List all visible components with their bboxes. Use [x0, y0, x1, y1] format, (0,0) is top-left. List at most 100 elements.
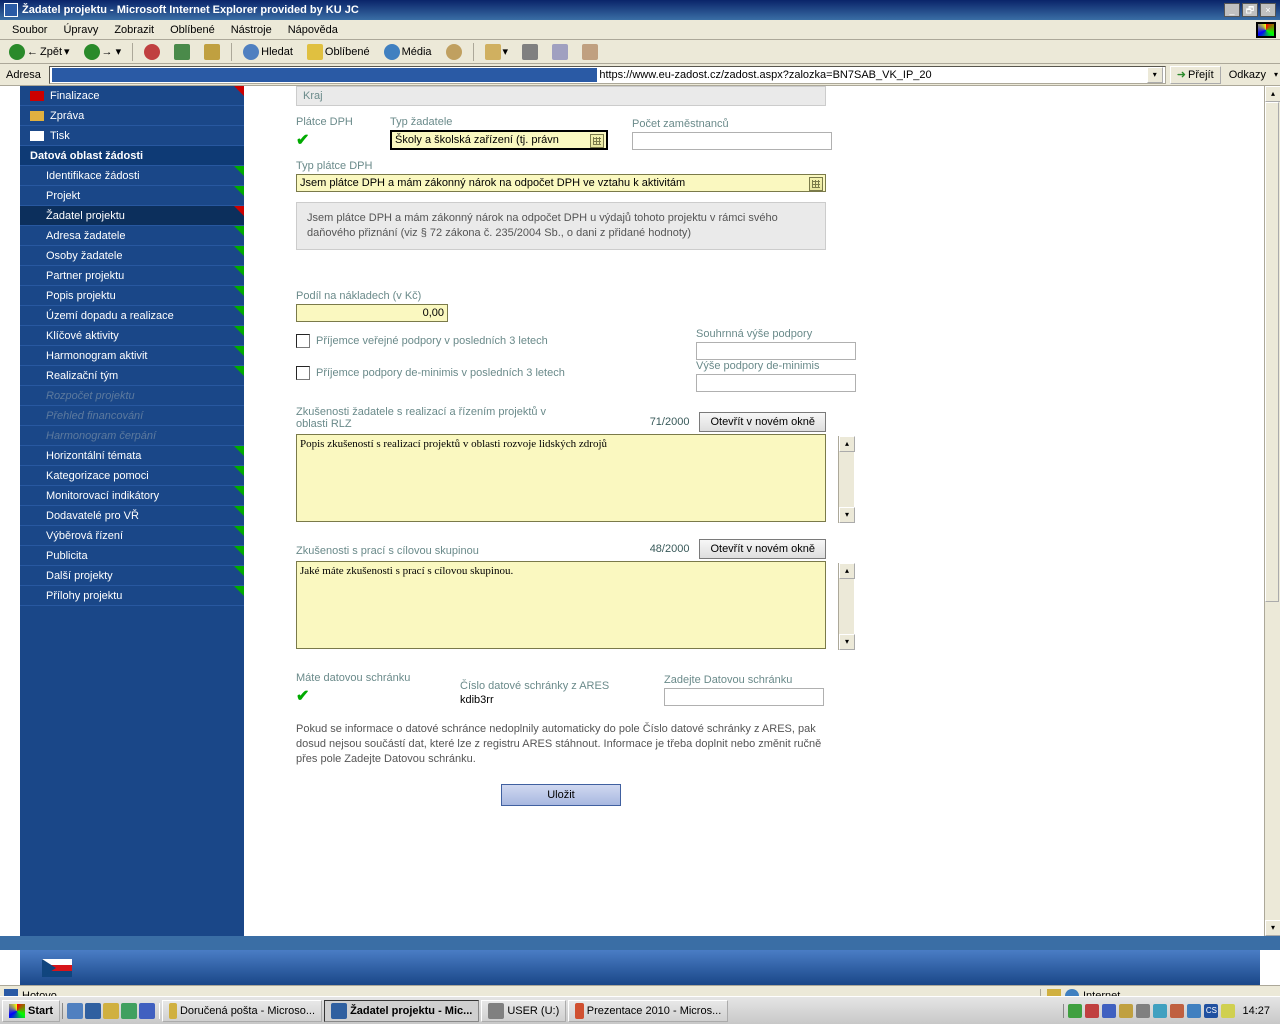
go-button[interactable]: ➜Přejít	[1170, 66, 1221, 84]
sidebar-item-20[interactable]: Další projekty	[20, 566, 244, 586]
forward-button[interactable]: → ▾	[79, 42, 127, 62]
tray-icon[interactable]	[1136, 1004, 1150, 1018]
sidebar-item-0[interactable]: Identifikace žádosti	[20, 166, 244, 186]
task-ie[interactable]: Žadatel projektu - Mic...	[324, 1000, 479, 1022]
ql-excel-icon[interactable]	[121, 1003, 137, 1019]
ql-desktop-icon[interactable]	[67, 1003, 83, 1019]
menu-zobrazit[interactable]: Zobrazit	[106, 22, 162, 38]
sidebar-item-5[interactable]: Partner projektu	[20, 266, 244, 286]
print-button[interactable]	[517, 42, 543, 62]
lang-cs-icon[interactable]: CS	[1204, 1004, 1218, 1018]
zkus2-textarea[interactable]	[296, 561, 826, 649]
toolbar: ← Zpět ▾ → ▾ Hledat Oblíbené Média ▾	[0, 40, 1280, 64]
tray-icon[interactable]	[1102, 1004, 1116, 1018]
task-powerpoint[interactable]: Prezentace 2010 - Micros...	[568, 1000, 728, 1022]
vyse-input[interactable]	[696, 374, 856, 392]
quick-launch	[62, 1003, 160, 1019]
sidebar-item-17[interactable]: Dodavatelé pro VŘ	[20, 506, 244, 526]
save-button[interactable]: Uložit	[501, 784, 621, 806]
ql-ie-icon[interactable]	[85, 1003, 101, 1019]
czech-flag-icon	[42, 959, 72, 977]
address-dropdown[interactable]: ▾	[1147, 67, 1163, 83]
task-explorer[interactable]: USER (U:)	[481, 1000, 566, 1022]
sidebar-item-4[interactable]: Osoby žadatele	[20, 246, 244, 266]
ie-icon	[4, 3, 18, 17]
calendar-icon[interactable]	[590, 134, 604, 148]
favorites-button[interactable]: Oblíbené	[302, 42, 375, 62]
pocet-zam-input[interactable]	[632, 132, 832, 150]
tray-icon[interactable]	[1187, 1004, 1201, 1018]
calendar-icon[interactable]	[809, 177, 823, 191]
menu-nastroje[interactable]: Nástroje	[223, 22, 280, 38]
sidebar-top-finalizace[interactable]: Finalizace	[20, 86, 244, 106]
ql-outlook-icon[interactable]	[103, 1003, 119, 1019]
sidebar-item-6[interactable]: Popis projektu	[20, 286, 244, 306]
tray-icon[interactable]	[1119, 1004, 1133, 1018]
sidebar-item-18[interactable]: Výběrová řízení	[20, 526, 244, 546]
discuss-button[interactable]	[577, 42, 603, 62]
page-scrollbar[interactable]: ▴ ▾	[1264, 86, 1280, 936]
tray-icon[interactable]	[1170, 1004, 1184, 1018]
footer-bar	[20, 950, 1260, 985]
sidebar-item-9[interactable]: Harmonogram aktivit	[20, 346, 244, 366]
menu-oblibene[interactable]: Oblíbené	[162, 22, 223, 38]
mail-button[interactable]: ▾	[480, 42, 514, 62]
sidebar-item-19[interactable]: Publicita	[20, 546, 244, 566]
clock[interactable]: 14:27	[1238, 1005, 1274, 1017]
typ-zadatele-label: Typ žadatele	[390, 116, 608, 128]
menu-napoveda[interactable]: Nápověda	[280, 22, 346, 38]
textarea-scrollbar[interactable]: ▴▾	[838, 436, 854, 523]
zkus1-textarea[interactable]	[296, 434, 826, 522]
ql-word-icon[interactable]	[139, 1003, 155, 1019]
sidebar-item-14[interactable]: Horizontální témata	[20, 446, 244, 466]
sidebar-item-10[interactable]: Realizační tým	[20, 366, 244, 386]
tray-icon[interactable]	[1085, 1004, 1099, 1018]
refresh-button[interactable]	[169, 42, 195, 62]
sidebar-item-8[interactable]: Klíčové aktivity	[20, 326, 244, 346]
media-button[interactable]: Média	[379, 42, 437, 62]
sidebar-item-21[interactable]: Přílohy projektu	[20, 586, 244, 606]
tray-icon[interactable]	[1221, 1004, 1235, 1018]
ds3-input[interactable]	[664, 688, 824, 706]
ds-check-icon: ✔	[296, 686, 436, 706]
ds3-label: Zadejte Datovou schránku	[664, 674, 824, 686]
stop-button[interactable]	[139, 42, 165, 62]
menu-upravy[interactable]: Úpravy	[55, 22, 106, 38]
chk-deminimis[interactable]: Příjemce podpory de-minimis v posledních…	[296, 366, 676, 380]
address-input[interactable]: https://www.eu-zadost.cz/zadost.aspx?zal…	[49, 66, 1166, 84]
sidebar-item-7[interactable]: Území dopadu a realizace	[20, 306, 244, 326]
page-icon	[52, 68, 597, 82]
start-button[interactable]: Start	[2, 1000, 60, 1022]
typ-zadatele-input[interactable]: Školy a školská zařízení (tj. právn	[390, 130, 608, 150]
zkus1-open-button[interactable]: Otevřít v novém okně	[699, 412, 826, 432]
sidebar-top-tisk[interactable]: Tisk	[20, 126, 244, 146]
sidebar-item-11: Rozpočet projektu	[20, 386, 244, 406]
back-button[interactable]: ← Zpět ▾	[4, 42, 75, 62]
menu-soubor[interactable]: Soubor	[4, 22, 55, 38]
sidebar-top-zprava[interactable]: Zpráva	[20, 106, 244, 126]
sidebar-item-15[interactable]: Kategorizace pomoci	[20, 466, 244, 486]
minimize-button[interactable]: _	[1224, 3, 1240, 17]
chk-verejna-podpora[interactable]: Příjemce veřejné podpory v posledních 3 …	[296, 334, 676, 348]
search-button[interactable]: Hledat	[238, 42, 298, 62]
sidebar-item-3[interactable]: Adresa žadatele	[20, 226, 244, 246]
sidebar-item-2[interactable]: Žadatel projektu	[20, 206, 244, 226]
tray-icon[interactable]	[1153, 1004, 1167, 1018]
textarea-scrollbar[interactable]: ▴▾	[838, 563, 854, 650]
sidebar-item-1[interactable]: Projekt	[20, 186, 244, 206]
souhrnna-input[interactable]	[696, 342, 856, 360]
edit-button[interactable]	[547, 42, 573, 62]
home-button[interactable]	[199, 42, 225, 62]
close-button[interactable]: ×	[1260, 3, 1276, 17]
zkus2-open-button[interactable]: Otevřít v novém okně	[699, 539, 826, 559]
links-label[interactable]: Odkazy	[1225, 69, 1270, 81]
task-outlook[interactable]: Doručená pošta - Microso...	[162, 1000, 322, 1022]
windows-logo-icon	[1256, 22, 1276, 38]
ds2-label: Číslo datové schránky z ARES	[460, 680, 640, 692]
typ-platce-input[interactable]: Jsem plátce DPH a mám zákonný nárok na o…	[296, 174, 826, 192]
history-button[interactable]	[441, 42, 467, 62]
tray-icon[interactable]	[1068, 1004, 1082, 1018]
restore-button[interactable]: 🗗	[1242, 3, 1258, 17]
podil-input[interactable]: 0,00	[296, 304, 448, 322]
sidebar-item-16[interactable]: Monitorovací indikátory	[20, 486, 244, 506]
